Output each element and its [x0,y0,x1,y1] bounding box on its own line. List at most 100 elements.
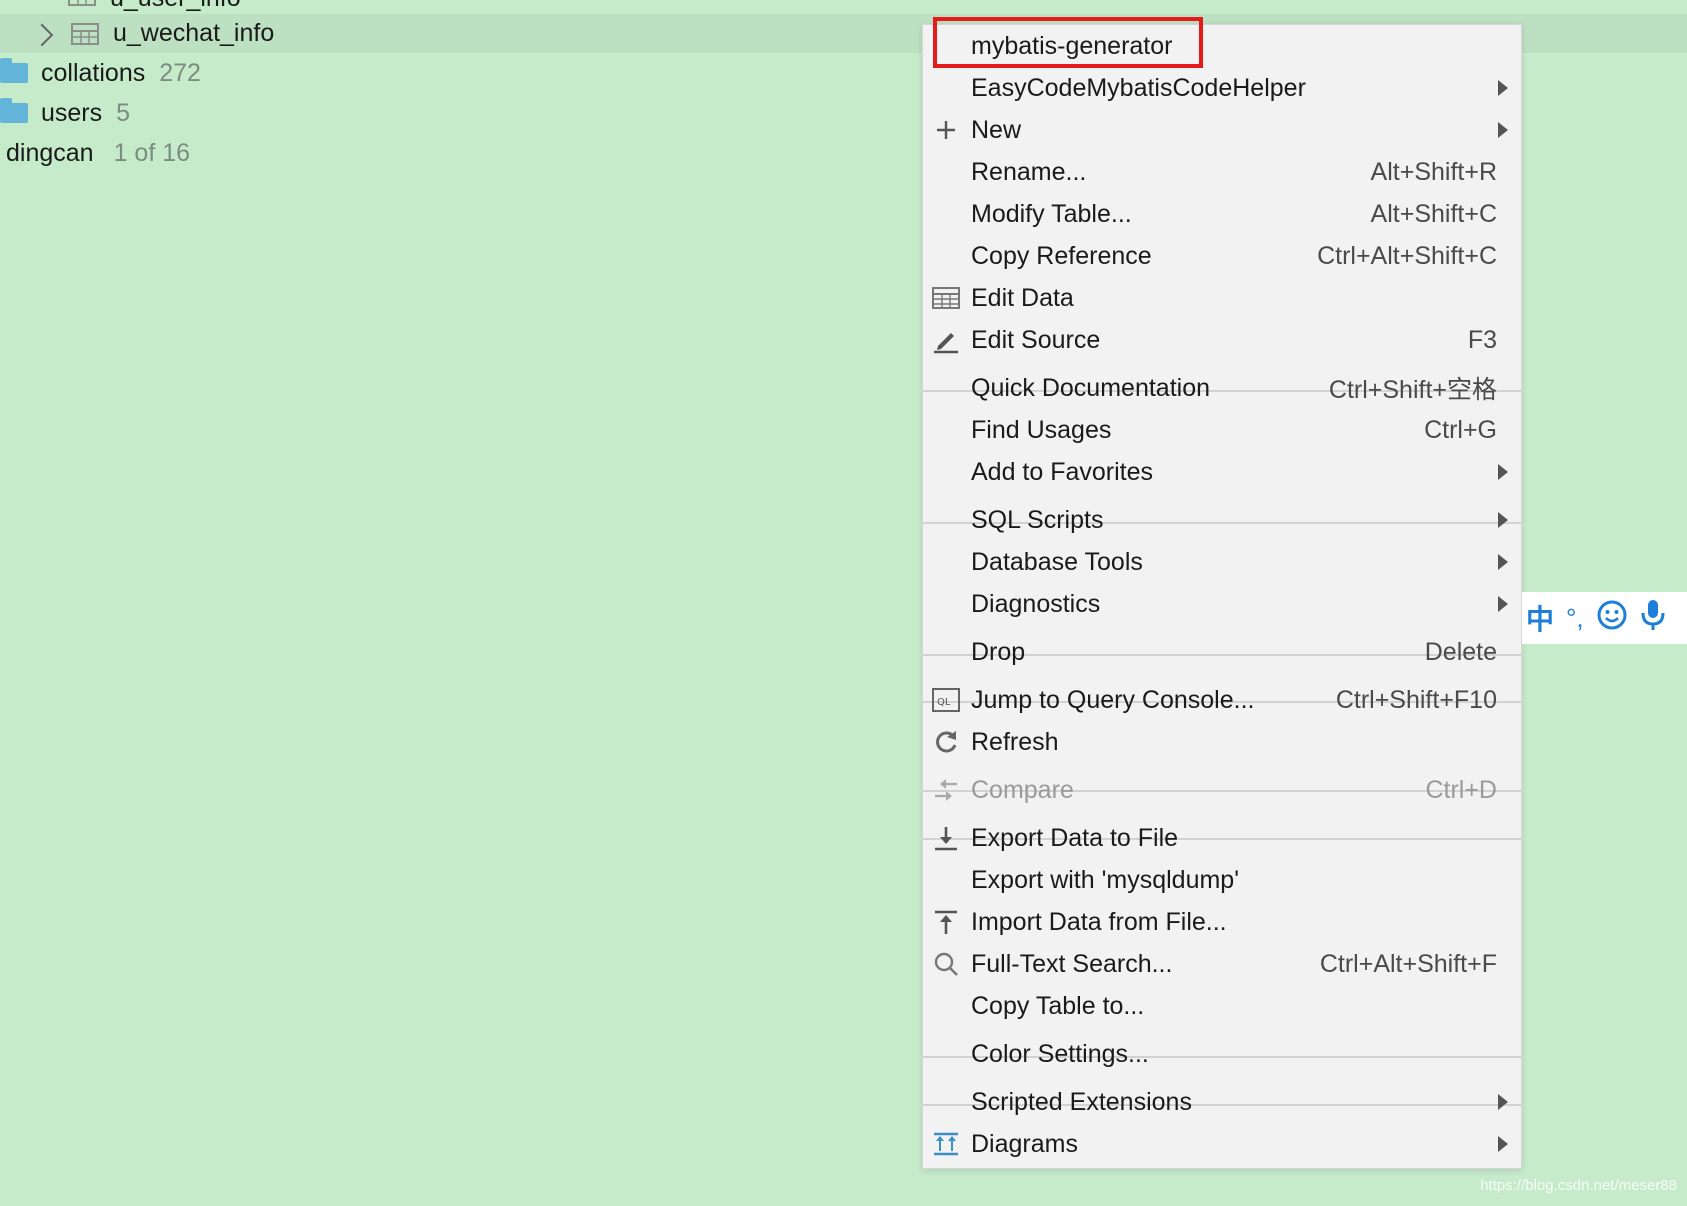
svg-text:QL: QL [937,697,951,708]
ime-punctuation-toggle[interactable]: °, [1566,603,1584,634]
menu-item-label: Drop [971,637,1026,666]
menu-item-edit-source[interactable]: Edit Source F3 [923,319,1521,361]
menu-item-database-tools[interactable]: Database Tools [923,541,1521,583]
menu-item-shortcut: Alt+Shift+R [1370,157,1497,186]
download-icon [932,824,960,852]
menu-item-label: Database Tools [971,547,1143,576]
menu-item-quick-documentation[interactable]: Quick Documentation Ctrl+Shift+空格 [923,367,1521,409]
tree-item-label: u_user_info [110,0,241,13]
menu-item-sql-scripts[interactable]: SQL Scripts [923,499,1521,541]
submenu-arrow-icon [1498,122,1508,138]
menu-item-rename[interactable]: Rename... Alt+Shift+R [923,151,1521,193]
upload-icon [932,908,960,936]
menu-item-diagnostics[interactable]: Diagnostics [923,583,1521,625]
menu-item-shortcut: Ctrl+Alt+Shift+C [1317,241,1497,270]
menu-item-label: Export Data to File [971,823,1179,852]
menu-item-label: Refresh [971,727,1059,756]
tree-item-users[interactable]: users 5 [0,93,130,133]
menu-item-new[interactable]: New [923,109,1521,151]
ime-toolbar: 中 °, [1522,592,1687,644]
submenu-arrow-icon [1498,1136,1508,1152]
menu-item-add-to-favorites[interactable]: Add to Favorites [923,451,1521,493]
menu-item-import-data-from-file[interactable]: Import Data from File... [923,901,1521,943]
menu-item-shortcut: Alt+Shift+C [1370,199,1497,228]
menu-item-shortcut: Ctrl+D [1425,775,1497,804]
tree-item-label: collations [41,58,146,87]
menu-item-scripted-extensions[interactable]: Scripted Extensions [923,1081,1521,1123]
watermark: https://blog.csdn.net/meser88 [1480,1177,1677,1194]
tree-item-label: dingcan [6,138,94,167]
menu-item-label: Rename... [971,157,1087,186]
menu-item-copy-table-to[interactable]: Copy Table to... [923,985,1521,1027]
menu-item-label: Diagrams [971,1129,1078,1158]
pencil-icon [932,326,960,354]
menu-item-shortcut: Ctrl+Shift+空格 [1328,376,1497,404]
menu-item-export-data-to-file[interactable]: Export Data to File [923,817,1521,859]
menu-item-find-usages[interactable]: Find Usages Ctrl+G [923,409,1521,451]
menu-item-color-settings[interactable]: Color Settings... [923,1033,1521,1075]
emoji-icon[interactable] [1596,599,1628,638]
menu-item-label: Copy Reference [971,241,1152,270]
diagram-icon [932,1130,960,1158]
submenu-arrow-icon [1498,80,1508,96]
menu-item-copy-reference[interactable]: Copy Reference Ctrl+Alt+Shift+C [923,235,1521,277]
context-menu: mybatis-generator EasyCodeMybatisCodeHelp… [922,24,1522,1169]
menu-item-shortcut: Ctrl+Shift+F10 [1335,685,1497,714]
menu-item-label: Copy Table to... [971,991,1145,1020]
microphone-icon[interactable] [1640,598,1666,639]
menu-item-label: Diagnostics [971,589,1101,618]
plus-icon [932,116,960,144]
menu-item-export-with-mysqldump[interactable]: Export with 'mysqldump' [923,859,1521,901]
submenu-arrow-icon [1498,1094,1508,1110]
menu-item-label: Full-Text Search... [971,949,1173,978]
menu-item-label: Export with 'mysqldump' [971,865,1239,894]
menu-item-label: SQL Scripts [971,505,1104,534]
refresh-icon [932,728,960,756]
table-icon [68,0,96,13]
menu-item-compare: Compare Ctrl+D [923,769,1521,811]
folder-icon [0,98,28,123]
tree-item-collations[interactable]: collations 272 [0,53,201,93]
submenu-arrow-icon [1498,554,1508,570]
menu-item-label: Add to Favorites [971,457,1154,486]
query-console-icon: QL [932,686,960,714]
menu-item-diagrams[interactable]: Diagrams [923,1123,1521,1165]
tree-item-count: 1 of 16 [113,138,191,167]
menu-item-label: Edit Data [971,283,1074,312]
menu-item-label: Color Settings... [971,1039,1149,1068]
menu-item-easycodemybatiscodehelper[interactable]: EasyCodeMybatisCodeHelper [923,67,1521,109]
menu-item-refresh[interactable]: Refresh [923,721,1521,763]
menu-item-edit-data[interactable]: Edit Data [923,277,1521,319]
table-grid-icon [932,284,960,312]
compare-icon [932,776,960,804]
tree-item-label: users [41,98,103,127]
menu-item-label: Find Usages [971,415,1112,444]
menu-item-label: Import Data from File... [971,907,1227,936]
menu-item-modify-table[interactable]: Modify Table... Alt+Shift+C [923,193,1521,235]
menu-item-jump-to-query-console[interactable]: QL Jump to Query Console... Ctrl+Shift+F10 [923,679,1521,721]
menu-item-label: Compare [971,775,1074,804]
tree-item-schema-dingcan[interactable]: dingcan 1 of 16 [6,133,190,173]
highlight-annotation-box [933,17,1203,68]
menu-item-label: Jump to Query Console... [971,685,1255,714]
tree-item-count: 272 [159,58,201,87]
menu-item-drop[interactable]: Drop Delete [923,631,1521,673]
menu-item-full-text-search[interactable]: Full-Text Search... Ctrl+Alt+Shift+F [923,943,1521,985]
menu-item-label: Modify Table... [971,199,1132,228]
menu-item-shortcut: Ctrl+Alt+Shift+F [1319,949,1497,978]
menu-item-shortcut: Ctrl+G [1424,415,1497,444]
tree-item-count: 5 [116,98,131,127]
ime-mode-toggle[interactable]: 中 [1526,598,1554,638]
menu-item-shortcut: F3 [1467,325,1497,354]
folder-icon [0,58,28,83]
submenu-arrow-icon [1498,464,1508,480]
submenu-arrow-icon [1498,596,1508,612]
menu-item-label: Quick Documentation [971,373,1211,402]
chevron-right-icon[interactable] [30,23,54,47]
menu-item-label: Scripted Extensions [971,1087,1192,1116]
menu-item-label: EasyCodeMybatisCodeHelper [971,73,1306,102]
tree-item-label: u_wechat_info [113,19,275,47]
menu-item-shortcut: Delete [1424,637,1497,666]
menu-item-label: Edit Source [971,325,1101,354]
table-icon [71,23,99,52]
